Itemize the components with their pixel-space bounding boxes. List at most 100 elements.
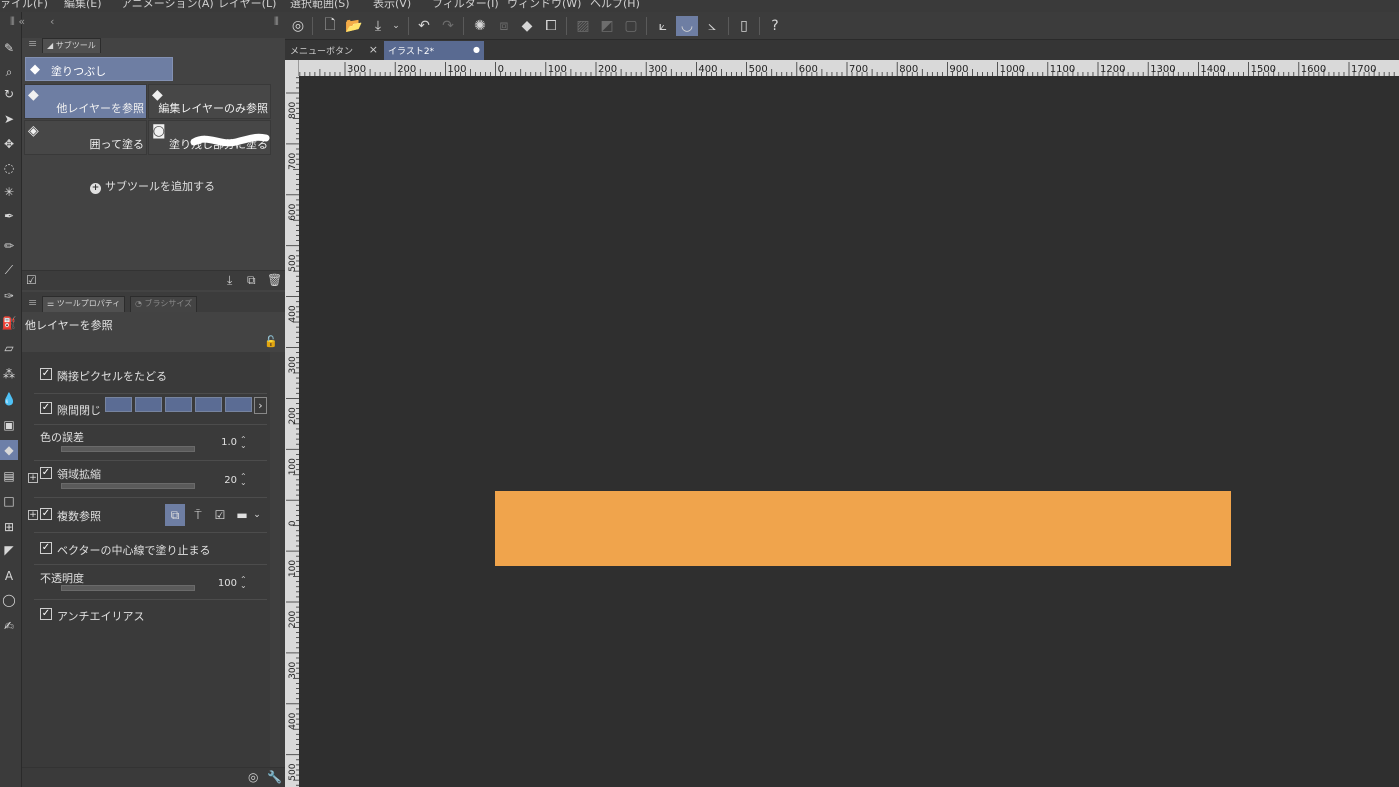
undo-icon[interactable]: ↶ <box>413 16 435 36</box>
folder-icon[interactable]: ▬ <box>232 504 252 526</box>
chevron-down-icon[interactable]: ⌄ <box>250 504 264 526</box>
stabilize-icon[interactable]: ⟀ <box>652 16 674 36</box>
loading-icon[interactable]: ✺ <box>469 16 491 36</box>
panel-grip-icon[interactable]: ⦀ <box>274 15 279 29</box>
tab-illust2[interactable]: イラスト2* ● <box>384 41 484 60</box>
text-tool-icon[interactable]: A <box>0 566 18 586</box>
menu-filter[interactable]: フィルター(I) <box>432 0 499 11</box>
area-scaling-spinner[interactable]: ⌃ ⌄ <box>240 473 247 487</box>
duplicate-icon[interactable]: ⧉ <box>247 273 256 288</box>
vertical-ruler[interactable]: 800 700 600 500 400 300 200 100 0 100 200 300 400 500 <box>285 76 299 787</box>
color-margin-slider[interactable] <box>61 446 195 452</box>
smartphone-icon[interactable]: ▯ <box>733 16 755 36</box>
area-scaling-slider[interactable] <box>61 483 195 489</box>
ruler-tool-icon[interactable]: ◤ <box>0 540 18 560</box>
trash-icon[interactable]: 🗑 <box>267 273 282 287</box>
horizontal-ruler[interactable]: 300 200 100 0 100 200 300 400 500 600 700 800 900 100… <box>299 60 1399 76</box>
move-tool-icon[interactable]: ✥ <box>0 134 18 154</box>
modified-dot-icon[interactable]: ● <box>473 45 480 54</box>
area-scaling-checkbox[interactable]: ✓ <box>40 467 52 479</box>
subtool-refer-other[interactable]: ◆ 他レイヤーを参照 <box>24 84 147 119</box>
snap-grid-icon[interactable]: ▢ <box>620 16 642 36</box>
angle-icon[interactable]: ⦣ <box>701 16 723 36</box>
gradient-tool-icon[interactable]: ▣ <box>0 415 18 435</box>
expand-plus-icon[interactable]: + <box>28 473 38 483</box>
initial-settings-icon[interactable]: ◎ <box>248 770 258 784</box>
chevron-right-icon[interactable]: › <box>254 397 267 414</box>
brush-tool-icon[interactable]: ✑ <box>0 286 18 306</box>
vector-stop-checkbox[interactable]: ✓ <box>40 542 52 554</box>
redo-icon[interactable]: ↷ <box>437 16 459 36</box>
help-icon[interactable]: ? <box>764 16 786 36</box>
canvas-area[interactable] <box>299 76 1399 787</box>
subtool-enclose-fill[interactable]: ◈ 囲って塗る <box>24 120 147 155</box>
blend-tool-icon[interactable]: 💧 <box>0 389 18 409</box>
subtool-refer-editing[interactable]: ◆ 編集レイヤーのみ参照 <box>148 84 271 119</box>
gradient2-tool-icon[interactable]: ▤ <box>0 466 18 486</box>
lasso-tool-icon[interactable]: ◌ <box>0 158 18 178</box>
chevron-left-icon[interactable]: ‹ <box>50 15 54 28</box>
pen-tool-icon[interactable]: ✎ <box>0 38 18 58</box>
menu-animation[interactable]: アニメーション(A) <box>121 0 214 11</box>
multiple-ref-checkbox[interactable]: ✓ <box>40 508 52 520</box>
correction-tool-icon[interactable]: ✍ <box>0 616 18 636</box>
fill-tool-icon[interactable]: ◆ <box>0 440 18 460</box>
eyedropper-icon[interactable]: ✒ <box>0 206 18 226</box>
close-gap-checkbox[interactable]: ✓ <box>40 402 52 414</box>
color-margin-spinner[interactable]: ⌃ ⌄ <box>240 436 247 450</box>
gap-level-2[interactable] <box>135 397 162 412</box>
snap-special-ruler-icon[interactable]: ◩ <box>596 16 618 36</box>
chevron-down-icon[interactable]: ⌄ <box>385 16 407 36</box>
add-subtool-button[interactable]: + サブツールを追加する <box>90 178 215 194</box>
close-icon[interactable]: × <box>369 43 378 56</box>
gap-level-5[interactable] <box>225 397 252 412</box>
menu-help[interactable]: ヘルプ(H) <box>590 0 640 11</box>
subtool-settings-icon[interactable]: ☑ <box>26 273 37 287</box>
pen2-tool-icon[interactable]: ✏ <box>0 236 18 256</box>
crop-icon[interactable]: ⧠ <box>540 16 562 36</box>
tab-tool-property[interactable]: ⚌ ツールプロパティ <box>42 296 126 312</box>
eraser-tool-icon[interactable]: ▱ <box>0 338 18 358</box>
balloon-tool-icon[interactable]: ◯ <box>0 590 18 610</box>
menu-file[interactable]: ァイル(F) <box>0 0 48 11</box>
tab-brush-size[interactable]: ◔ ブラシサイズ <box>130 296 198 312</box>
snap-ruler-icon[interactable]: ▨ <box>572 16 594 36</box>
follow-adjacent-checkbox[interactable]: ✓ <box>40 368 52 380</box>
app-logo-icon[interactable]: ◎ <box>287 16 309 36</box>
menu-view[interactable]: 表示(V) <box>373 0 411 11</box>
antialias-checkbox[interactable]: ✓ <box>40 608 52 620</box>
rotate-tool-icon[interactable]: ↻ <box>0 84 18 104</box>
zoom-tool-icon[interactable]: ⌕ <box>0 62 18 82</box>
property-scrollbar[interactable] <box>270 352 285 767</box>
subtool-group-button[interactable]: ◆ 塗りつぶし <box>25 57 173 81</box>
clear-selection-icon[interactable]: ⧈ <box>493 16 515 36</box>
expand-plus-icon[interactable]: + <box>28 510 38 520</box>
decoration-tool-icon[interactable]: ⁂ <box>0 364 18 384</box>
object-tool-icon[interactable]: ➤ <box>0 109 18 129</box>
menu-edit[interactable]: 編集(E) <box>64 0 102 11</box>
active-brush-icon[interactable]: ◡ <box>676 16 698 36</box>
magic-wand-icon[interactable]: ✳ <box>0 182 18 202</box>
airbrush-tool-icon[interactable]: ⛽ <box>0 313 18 333</box>
opacity-slider[interactable] <box>61 585 195 591</box>
gap-level-4[interactable] <box>195 397 222 412</box>
subtool-menu-icon[interactable]: ≡ <box>28 37 37 50</box>
layers-icon[interactable]: ⧉ <box>165 504 185 526</box>
gap-level-1[interactable] <box>105 397 132 412</box>
open-file-icon[interactable]: 📂 <box>343 16 365 36</box>
figure-tool-icon[interactable]: □ <box>0 491 18 511</box>
tab-menu-button[interactable]: メニューボタン × <box>286 41 382 60</box>
menu-layer[interactable]: レイヤー(L) <box>218 0 276 11</box>
fill-command-icon[interactable]: ◆ <box>516 16 538 36</box>
checkbox-ref-icon[interactable]: ☑ <box>210 504 230 526</box>
gap-level-3[interactable] <box>165 397 192 412</box>
menu-window[interactable]: ウィンドウ(W) <box>507 0 581 11</box>
menu-selection[interactable]: 選択範囲(S) <box>290 0 350 11</box>
opacity-spinner[interactable]: ⌃ ⌄ <box>240 576 247 590</box>
import-icon[interactable]: ⤓ <box>227 273 232 288</box>
new-file-icon[interactable]: 🗋 <box>319 16 341 36</box>
lock-icon[interactable]: 🔓 <box>264 335 278 348</box>
pencil-tool-icon[interactable]: ⟋ <box>0 260 18 280</box>
wrench-icon[interactable]: 🔧 <box>267 770 282 784</box>
frame-tool-icon[interactable]: ⊞ <box>0 517 18 537</box>
